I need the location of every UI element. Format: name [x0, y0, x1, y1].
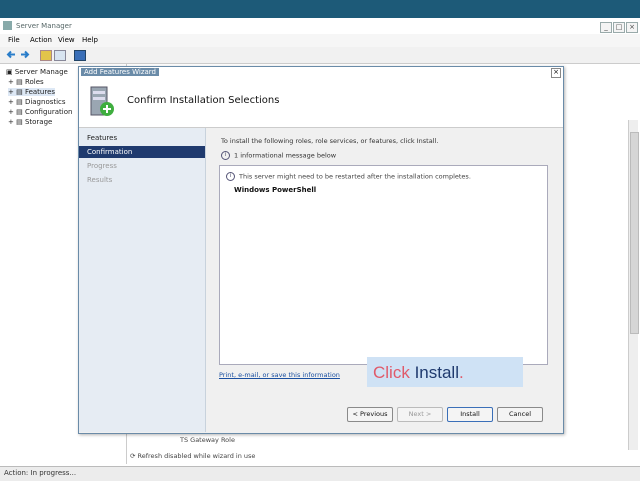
- install-button[interactable]: Install: [447, 407, 493, 422]
- maximize-button[interactable]: □: [613, 22, 625, 33]
- desktop-strip: [0, 0, 640, 18]
- step-confirmation[interactable]: Confirmation: [79, 146, 205, 158]
- tree-item-roles[interactable]: + ▤ Roles: [8, 78, 44, 86]
- restart-message: i This server might need to be restarted …: [226, 172, 471, 181]
- tree-item-storage[interactable]: + ▤ Storage: [8, 118, 52, 126]
- next-button: Next >: [397, 407, 443, 422]
- previous-button[interactable]: < Previous: [347, 407, 393, 422]
- back-icon[interactable]: [6, 50, 16, 59]
- feature-name: Windows PowerShell: [234, 186, 317, 194]
- server-add-icon: [90, 86, 114, 116]
- menu-help[interactable]: Help: [82, 36, 98, 44]
- selection-list: i This server might need to be restarted …: [219, 165, 548, 365]
- step-progress: Progress: [87, 162, 117, 170]
- callout-suffix: .: [458, 363, 464, 382]
- wizard-steps: Features Confirmation Progress Results: [79, 128, 206, 432]
- wizard-heading: Confirm Installation Selections: [127, 95, 280, 106]
- callout-text: Click Install.: [373, 363, 464, 383]
- help-icon[interactable]: [74, 50, 86, 61]
- menu-bar: File Action View Help: [0, 34, 640, 48]
- add-features-wizard: Add Features Wizard × Confirm Installati…: [78, 66, 564, 434]
- info-icon: i: [226, 172, 235, 181]
- menu-view[interactable]: View: [58, 36, 75, 44]
- menu-file[interactable]: File: [8, 36, 20, 44]
- tree-item-configuration[interactable]: + ▤ Configuration: [8, 108, 72, 116]
- callout-keyword: Install: [414, 363, 459, 382]
- show-hide-tree-icon[interactable]: [54, 50, 66, 61]
- tree-item-diagnostics[interactable]: + ▤ Diagnostics: [8, 98, 66, 106]
- info-icon: i: [221, 151, 230, 160]
- forward-icon[interactable]: [20, 50, 30, 59]
- cancel-button[interactable]: Cancel: [497, 407, 543, 422]
- tree-item-features[interactable]: + ▤ Features: [8, 88, 56, 96]
- menu-action[interactable]: Action: [30, 36, 52, 44]
- instruction-callout: Click Install.: [367, 357, 523, 387]
- tree-root-server-manager[interactable]: ▣ Server Manage: [6, 68, 68, 76]
- status-bar: Action: In progress...: [0, 466, 640, 481]
- step-results: Results: [87, 176, 113, 184]
- wizard-close-button[interactable]: ×: [551, 68, 561, 78]
- info-summary: i1 informational message below: [221, 151, 336, 160]
- print-save-link[interactable]: Print, e-mail, or save this information: [219, 371, 340, 379]
- background-role-line: TS Gateway Role: [180, 436, 235, 444]
- wizard-header: Confirm Installation Selections: [79, 79, 563, 128]
- details-scrollbar[interactable]: [628, 120, 639, 450]
- minimize-button[interactable]: _: [600, 22, 612, 33]
- window-title: Server Manager: [16, 22, 72, 30]
- server-manager-titlebar: Server Manager _ □ ×: [0, 18, 640, 35]
- status-text: Action: In progress...: [4, 469, 77, 477]
- wizard-title: Add Features Wizard: [81, 68, 159, 76]
- up-folder-icon[interactable]: [40, 50, 52, 61]
- install-instructions: To install the following roles, role ser…: [221, 137, 439, 145]
- toolbar: [0, 47, 640, 64]
- callout-prefix: Click: [373, 363, 415, 382]
- scroll-thumb[interactable]: [630, 132, 639, 334]
- refresh-disabled-note: ⟳ Refresh disabled while wizard in use: [130, 452, 256, 460]
- step-features[interactable]: Features: [79, 132, 205, 144]
- close-button[interactable]: ×: [626, 22, 638, 33]
- server-manager-icon: [3, 21, 12, 30]
